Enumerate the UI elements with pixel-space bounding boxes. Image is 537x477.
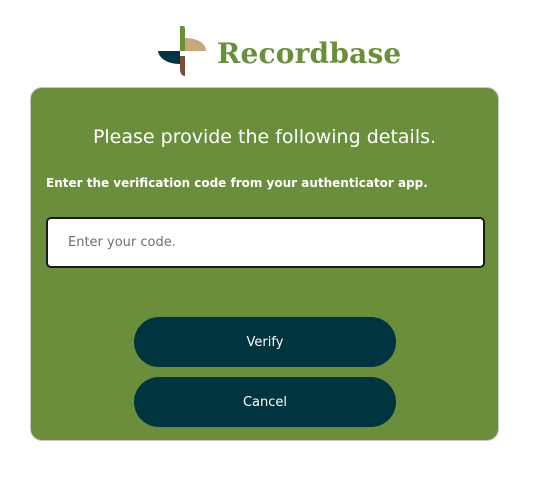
cancel-button[interactable]: Cancel xyxy=(134,377,396,427)
page-title: Please provide the following details. xyxy=(92,126,437,148)
brand-name: Recordbase xyxy=(217,36,402,70)
verification-code-input[interactable] xyxy=(46,217,485,268)
recordbase-logo-icon xyxy=(158,26,206,76)
verification-card: Please provide the following details. En… xyxy=(30,87,499,441)
page: Recordbase Please provide the following … xyxy=(0,0,537,477)
brand-header: Recordbase xyxy=(155,26,401,80)
verify-button[interactable]: Verify xyxy=(134,317,396,367)
instruction-label: Enter the verification code from your au… xyxy=(46,176,428,190)
